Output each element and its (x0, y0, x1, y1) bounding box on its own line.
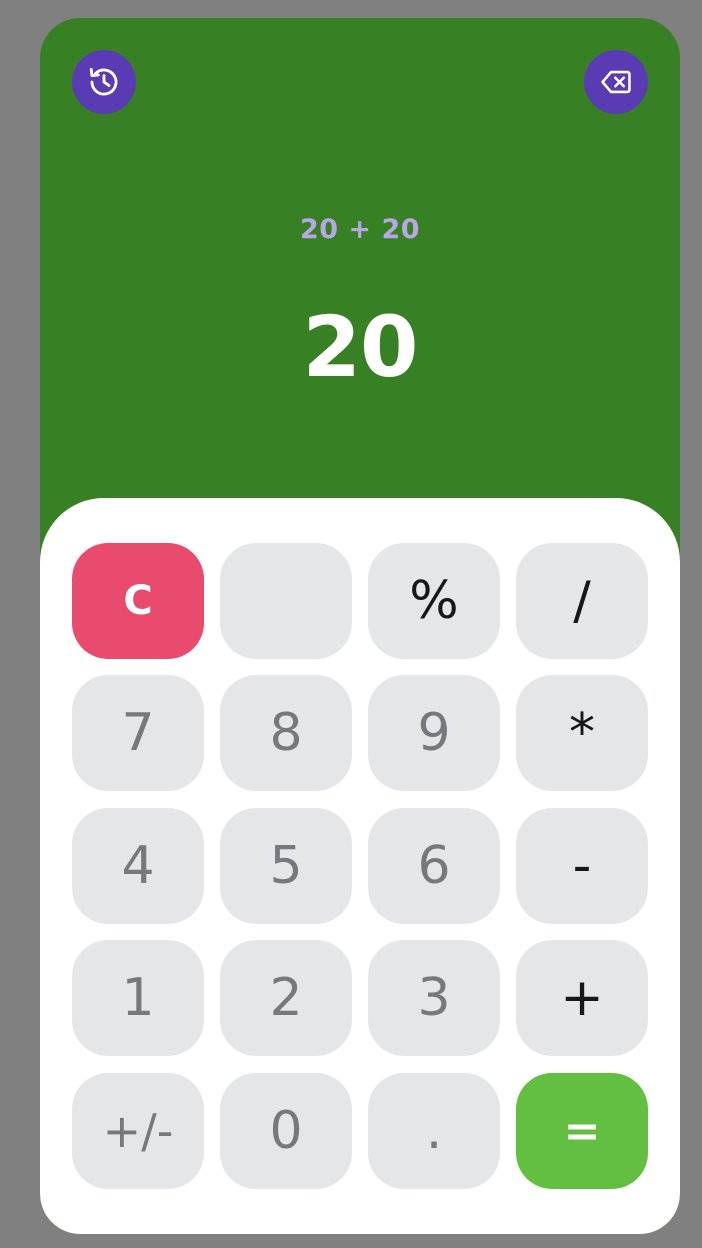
divide-button[interactable]: / (516, 543, 648, 659)
history-button[interactable] (72, 50, 136, 114)
backspace-icon (601, 70, 631, 94)
expression-display: 20 + 20 (299, 214, 421, 245)
blank-button[interactable] (220, 543, 352, 659)
multiply-button[interactable]: * (516, 675, 648, 791)
history-icon (89, 67, 118, 96)
decimal-button[interactable]: . (368, 1073, 500, 1189)
result-display: 20 (302, 298, 419, 396)
digit-7-button[interactable]: 7 (72, 675, 204, 791)
digit-2-button[interactable]: 2 (220, 940, 352, 1056)
percent-button[interactable]: % (368, 543, 500, 659)
add-button[interactable]: + (516, 940, 648, 1056)
equals-button[interactable]: = (516, 1073, 648, 1189)
digit-1-button[interactable]: 1 (72, 940, 204, 1056)
clear-button[interactable]: C (72, 543, 204, 659)
digit-9-button[interactable]: 9 (368, 675, 500, 791)
keypad: C % / 7 8 9 * 4 5 6 - 1 2 3 + +/- 0 . = (40, 498, 680, 1234)
digit-4-button[interactable]: 4 (72, 808, 204, 924)
digit-0-button[interactable]: 0 (220, 1073, 352, 1189)
negate-button[interactable]: +/- (72, 1073, 204, 1189)
backspace-button[interactable] (584, 50, 648, 114)
digit-5-button[interactable]: 5 (220, 808, 352, 924)
digit-8-button[interactable]: 8 (220, 675, 352, 791)
digit-3-button[interactable]: 3 (368, 940, 500, 1056)
calculator-app: 20 + 20 20 C % / 7 8 9 * 4 5 6 - 1 2 3 +… (40, 18, 680, 1234)
digit-6-button[interactable]: 6 (368, 808, 500, 924)
subtract-button[interactable]: - (516, 808, 648, 924)
